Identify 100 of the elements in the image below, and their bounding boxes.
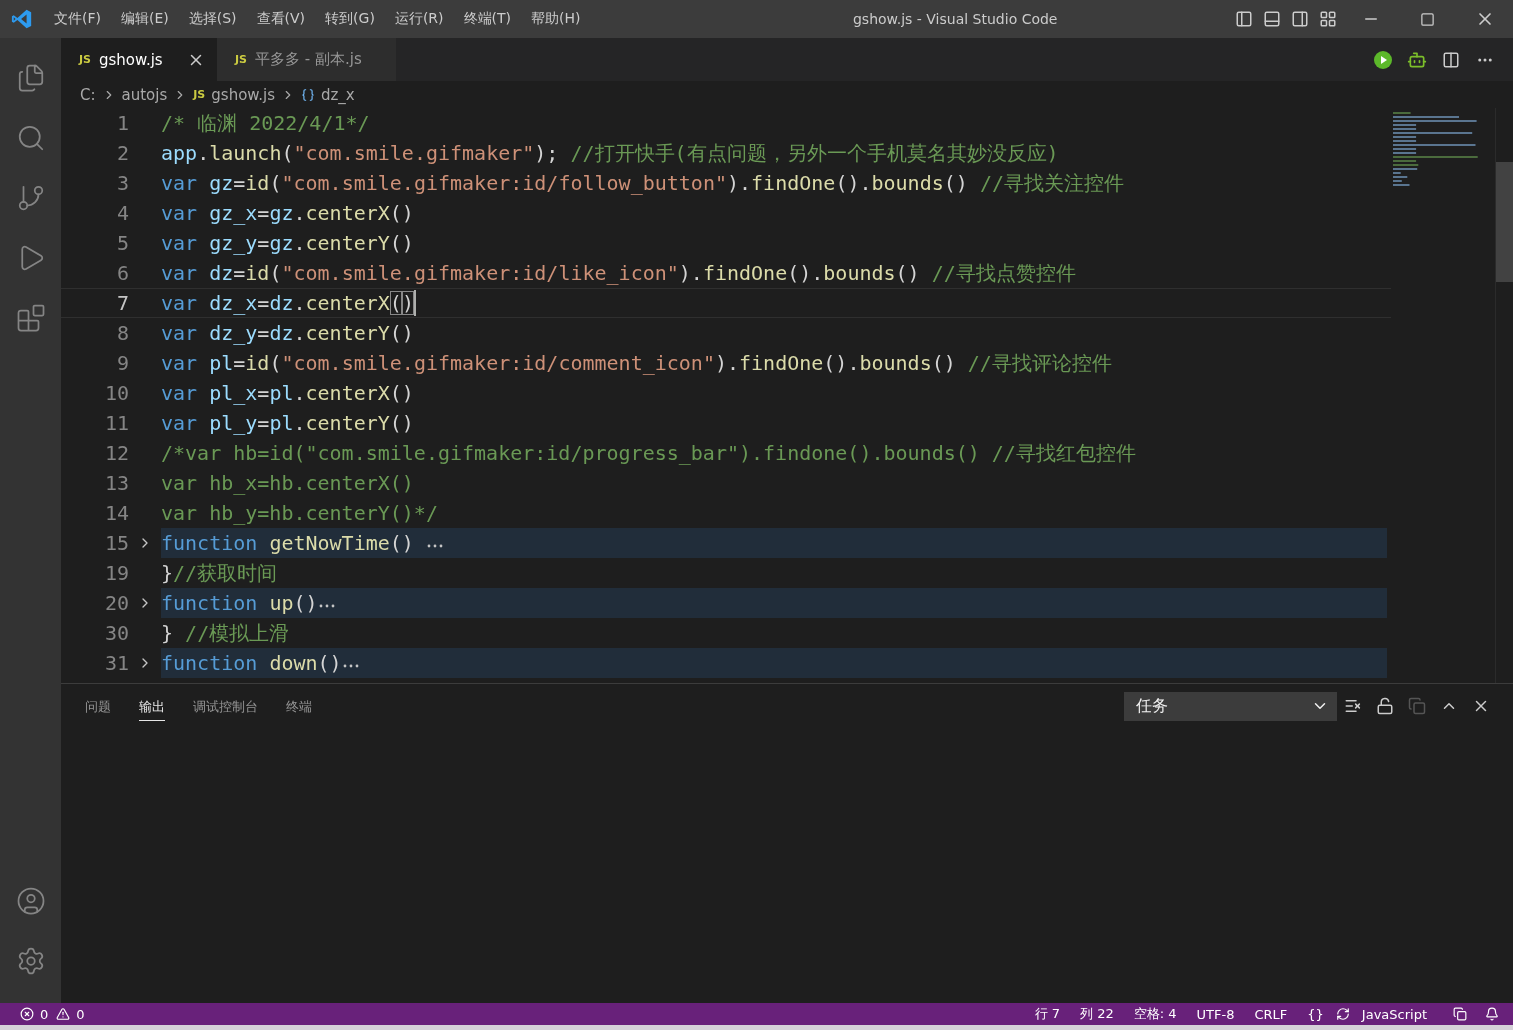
code-token: . <box>293 411 306 435</box>
code-token: bounds <box>859 351 932 375</box>
code-token: function <box>161 531 259 555</box>
code-token: //寻找评论控件 <box>967 349 1112 377</box>
code-token: var <box>161 291 199 315</box>
code-token: //获取时间 <box>173 559 278 587</box>
panel-tab[interactable]: 调试控制台 <box>193 691 258 721</box>
code-token: var <box>161 201 199 225</box>
menu-item[interactable]: 查看(V) <box>246 10 316 28</box>
breadcrumb-item[interactable]: dz_x <box>320 85 355 104</box>
status-item[interactable]: 行 7 <box>1026 1005 1069 1023</box>
code-token: id <box>245 351 270 375</box>
code-token: centerY <box>305 231 390 255</box>
code-token: centerX <box>305 381 390 405</box>
breadcrumb-item[interactable]: autojs <box>121 85 168 104</box>
code-token: gz <box>269 201 294 225</box>
status-item[interactable]: 列 22 <box>1072 1005 1122 1023</box>
code-token: var <box>161 171 199 195</box>
code-token: ( <box>269 261 282 285</box>
code-token: = <box>257 321 270 345</box>
editor-tab[interactable]: JS 平多多 - 副本.js <box>217 38 396 81</box>
code-token: ( <box>269 351 282 375</box>
code-token: } <box>161 561 174 585</box>
line-number: 31 <box>103 651 129 675</box>
code-token: findOne <box>702 261 788 285</box>
code-token: app <box>161 141 198 165</box>
line-number: 20 <box>103 591 129 615</box>
code-token: centerY <box>305 321 390 345</box>
line-number: 30 <box>103 621 129 645</box>
code-token: = <box>257 291 270 315</box>
panel-tab[interactable]: 终端 <box>286 691 312 721</box>
code-token: var hb_x=hb.centerX() <box>161 471 414 495</box>
code-token: down <box>269 651 318 675</box>
menu-item[interactable]: 转到(G) <box>315 10 385 28</box>
code-token: "com.smile.gifmaker:id/follow_button" <box>281 171 727 195</box>
code-token: ). <box>714 351 740 375</box>
code-token: dz_x <box>209 291 258 315</box>
code-token: getNowTime <box>269 531 390 555</box>
code-token: up <box>269 591 294 615</box>
code-token: id <box>245 261 270 285</box>
line-number: 6 <box>115 261 129 285</box>
code-token: "com.smile.gifmaker:id/like_icon" <box>281 261 679 285</box>
code-token: /* 临渊 2022/4/1*/ <box>161 109 370 137</box>
code-token: //寻找关注控件 <box>979 169 1124 197</box>
code-token: var <box>161 351 199 375</box>
code-token: function <box>161 651 259 675</box>
line-number: 1 <box>115 111 129 135</box>
output-channel-dropdown[interactable]: 任务 <box>1124 691 1337 721</box>
code-token: pl <box>269 381 294 405</box>
menu-item[interactable]: 选择(S) <box>178 10 247 28</box>
line-number: 3 <box>115 171 129 195</box>
code-token: = <box>257 231 270 255</box>
menu-item[interactable]: 帮助(H) <box>521 10 591 28</box>
code-token: ( <box>269 171 282 195</box>
code-token: = <box>233 261 246 285</box>
line-number: 19 <box>103 561 129 585</box>
code-token: pl <box>209 351 234 375</box>
code-token: centerX <box>305 291 390 315</box>
code-token: () <box>931 351 957 375</box>
status-item[interactable]: 空格: 4 <box>1125 1005 1185 1023</box>
line-number: 9 <box>115 351 129 375</box>
status-item[interactable]: {} <box>1299 1006 1332 1022</box>
code-token: (). <box>787 261 824 285</box>
code-token: dz <box>269 321 294 345</box>
line-number: 12 <box>103 441 129 465</box>
language-mode[interactable]: JavaScript <box>1353 1006 1435 1022</box>
code-token: = <box>257 411 270 435</box>
status-item[interactable]: CRLF <box>1246 1006 1296 1022</box>
code-token: //模拟上滑 <box>185 619 290 647</box>
line-number: 8 <box>115 321 129 345</box>
code-token: var <box>161 321 199 345</box>
code-token: () <box>293 591 318 615</box>
warning-count[interactable]: 0 <box>74 1006 87 1022</box>
code-token: dz <box>269 291 294 315</box>
code-token: () <box>895 261 921 285</box>
code-token: = <box>257 381 270 405</box>
code-token: ) <box>401 291 414 315</box>
status-item[interactable]: UTF-8 <box>1188 1006 1243 1022</box>
code-token: () <box>943 171 969 195</box>
breadcrumb-item[interactable]: C: <box>80 85 96 104</box>
code-token: gz_y <box>209 231 258 255</box>
line-number: 2 <box>115 141 129 165</box>
code-token: "com.smile.gifmaker" <box>293 141 535 165</box>
code-token: "com.smile.gifmaker:id/comment_icon" <box>281 351 715 375</box>
menu-item[interactable]: 文件(F) <box>44 10 111 28</box>
editor-tab[interactable]: JS gshow.js <box>61 38 217 81</box>
breadcrumb-item[interactable]: gshow.js <box>211 85 275 104</box>
code-token: = <box>257 201 270 225</box>
file-type-label: JS <box>79 53 91 66</box>
code-token: gz_x <box>209 201 258 225</box>
tab-label: gshow.js <box>99 50 163 69</box>
line-number: 4 <box>115 201 129 225</box>
code-token: . <box>293 291 306 315</box>
error-count[interactable]: 0 <box>38 1006 53 1022</box>
panel-tab[interactable]: 问题 <box>85 691 111 721</box>
menu-item[interactable]: 运行(R) <box>384 10 454 28</box>
menu-item[interactable]: 终端(T) <box>453 10 521 28</box>
panel-tab[interactable]: 输出 <box>139 691 165 721</box>
menu-item[interactable]: 编辑(E) <box>111 10 179 28</box>
code-token: ). <box>727 171 752 195</box>
